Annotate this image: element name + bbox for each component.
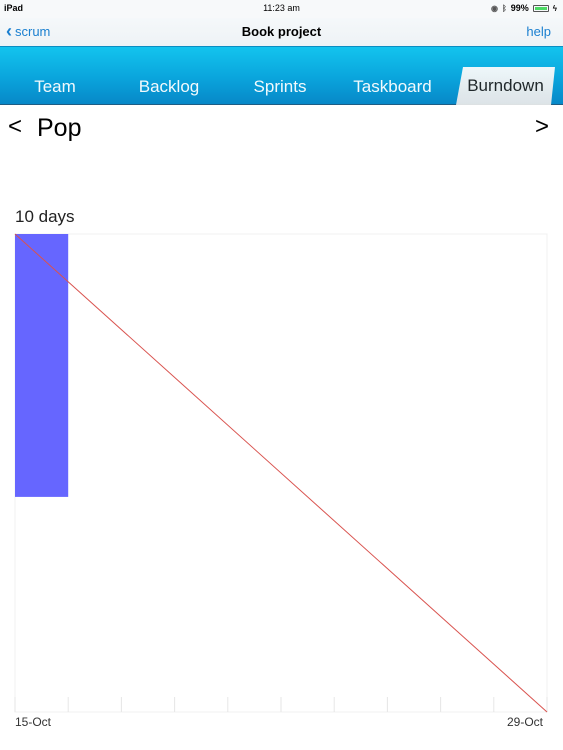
ideal-burndown-line <box>14 233 548 713</box>
x-axis-start-label: 15-Oct <box>15 715 52 729</box>
remaining-bar <box>15 234 69 497</box>
burndown-chart <box>14 233 548 713</box>
remaining-bars <box>15 234 69 497</box>
x-axis-end-label: 29-Oct <box>507 715 544 729</box>
ideal-line-layer <box>14 233 548 713</box>
